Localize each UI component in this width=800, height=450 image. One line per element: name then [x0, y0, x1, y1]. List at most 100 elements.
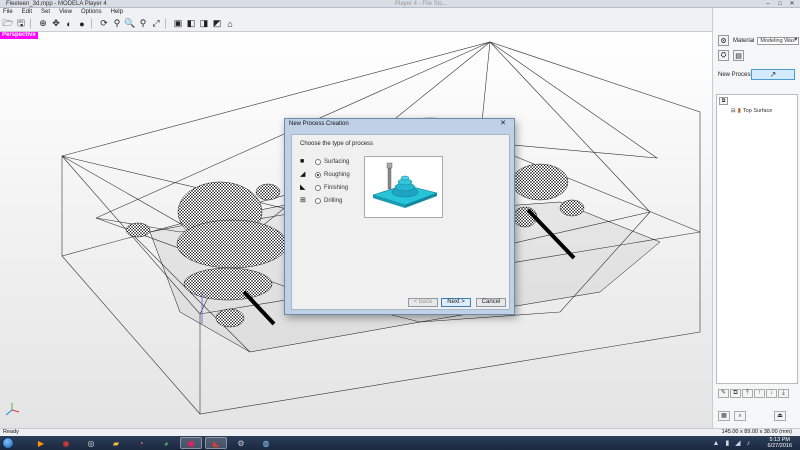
disc-icon[interactable]: ◎	[80, 437, 102, 449]
open-icon[interactable]: 🗁	[2, 18, 14, 30]
option-label: Surfacing	[324, 158, 350, 165]
save-icon[interactable]: 🖫	[15, 18, 27, 30]
tree-item-label: Top Surface	[742, 107, 773, 114]
view-top-icon[interactable]: ◧	[185, 18, 197, 30]
tree-item-top-surface[interactable]: ⊟ ▮ Top Surface	[731, 107, 773, 115]
zoom-out-icon[interactable]: ⚲	[137, 18, 149, 30]
surface-icon: ▮	[737, 108, 741, 114]
view-right-icon[interactable]: ◨	[198, 18, 210, 30]
menu-options[interactable]: Options	[81, 8, 102, 16]
ghost-window-title: Player 4 - File Stc...	[395, 1, 448, 7]
start-button[interactable]	[2, 437, 14, 449]
next-button[interactable]: Next >	[441, 298, 471, 307]
option-label: Roughing	[324, 171, 350, 178]
status-text: Ready	[3, 429, 19, 435]
radio-drilling[interactable]	[315, 197, 321, 204]
new-process-icon: ↗	[769, 70, 777, 79]
view-front-icon[interactable]: ▣	[172, 18, 184, 30]
preview-icon[interactable]: ⌕	[734, 411, 746, 421]
record-icon[interactable]: ●	[76, 18, 88, 30]
status-bar: Ready 145.00 x 89.00 x 38.00 (mm)	[0, 428, 800, 436]
rotate-icon[interactable]: ◐	[63, 18, 75, 30]
toolbar-divider	[165, 18, 169, 29]
browser-icon[interactable]: ◔	[130, 437, 152, 449]
zoom-window-icon[interactable]: 🔍	[124, 18, 136, 30]
move-up-icon[interactable]: ↑	[754, 389, 765, 398]
tree-toolbar: ✎ ⧉ ⤒ ↑ ↓ ⤓	[718, 389, 789, 398]
modela-player-icon[interactable]: ◣	[205, 437, 227, 449]
folder-icon[interactable]: ▰	[105, 437, 127, 449]
axis-triad-icon	[5, 403, 20, 416]
mesh-dome	[125, 222, 151, 238]
zoom-in-icon[interactable]: ⚲	[111, 18, 123, 30]
main-toolbar: 🗁 🖫 ⊕ ✥ ◐ ● ⟳ ⚲ 🔍 ⚲ ⤢ ▣ ◧ ◨ ◩ ⌂	[0, 16, 712, 32]
process-preview-image	[364, 156, 443, 218]
tool-settings-icon[interactable]: ⛭	[718, 50, 729, 61]
copy-icon[interactable]: ⧉	[730, 389, 741, 398]
close-icon[interactable]: ✕	[496, 120, 510, 128]
radio-surfacing[interactable]	[315, 158, 321, 165]
option-drilling[interactable]: ⊞ Drilling	[300, 194, 350, 207]
rotate-view-icon[interactable]: ⟳	[98, 18, 110, 30]
material-label: Material	[733, 37, 755, 44]
export-icon[interactable]: ▤	[733, 50, 744, 61]
material-settings-icon[interactable]: ⚙	[718, 35, 729, 46]
option-label: Drilling	[324, 197, 343, 204]
zoom-fit-icon[interactable]: ⤢	[150, 18, 162, 30]
surfacing-icon: ■	[300, 157, 305, 165]
image-editor-icon[interactable]: ▣	[180, 437, 202, 449]
move-bottom-icon[interactable]: ⤓	[778, 389, 789, 398]
view-iso-icon[interactable]: ◩	[211, 18, 223, 30]
option-roughing[interactable]: ◢ Roughing	[300, 168, 350, 181]
fit-icon[interactable]: ⊕	[37, 18, 49, 30]
tree-tab-icon[interactable]: ⧉	[719, 97, 728, 105]
move-down-icon[interactable]: ↓	[766, 389, 777, 398]
taskbar-apps: ▶ ◉ ◎ ▰ ◔ ◕ ▣ ◣ ⚙ ◍	[30, 437, 277, 449]
toolbar-divider	[91, 18, 95, 29]
cancel-button[interactable]: Cancel	[476, 298, 506, 307]
maximize-icon[interactable]: □	[774, 0, 786, 8]
dialog-prompt: Choose the type of process	[300, 141, 374, 147]
option-surfacing[interactable]: ■ Surfacing	[300, 155, 350, 168]
menu-set[interactable]: Set	[41, 8, 50, 16]
minimize-icon[interactable]: –	[762, 0, 774, 8]
system-tray-icons[interactable]: ▲ ▮ ◢ ♪	[713, 439, 753, 447]
media-player-icon[interactable]: ▶	[30, 437, 52, 449]
finishing-icon: ◣	[300, 183, 306, 191]
radio-roughing[interactable]	[315, 171, 321, 178]
mesh-dome	[559, 199, 585, 217]
mesh-dome	[183, 267, 273, 301]
view-home-icon[interactable]: ⌂	[224, 18, 236, 30]
new-process-button[interactable]: ↗	[751, 69, 795, 80]
mesh-dome	[215, 308, 245, 328]
radio-finishing[interactable]	[315, 184, 321, 191]
roughing-icon: ◢	[300, 170, 306, 178]
menu-view[interactable]: View	[59, 8, 72, 16]
panel-tools: ⛭ ▤	[718, 50, 748, 61]
edit-icon[interactable]: ✎	[718, 389, 729, 398]
expand-icon[interactable]: ⊟	[731, 108, 736, 114]
new-process-dialog: New Process Creation ✕ Choose the type o…	[284, 118, 515, 315]
material-select[interactable]: Modeling Wax	[757, 36, 800, 45]
move-top-icon[interactable]: ⤒	[742, 389, 753, 398]
clock[interactable]: 5:13 PM 6/27/2016	[768, 437, 792, 449]
process-options: ■ Surfacing ◢ Roughing ◣ Finishing ⊞ Dri…	[300, 155, 350, 207]
close-icon[interactable]: ✕	[786, 0, 798, 8]
clock-date: 6/27/2016	[767, 443, 792, 449]
back-button[interactable]: < Back	[408, 298, 438, 307]
option-finishing[interactable]: ◣ Finishing	[300, 181, 350, 194]
dialog-title: New Process Creation	[289, 121, 349, 127]
cut-icon[interactable]: ▦	[718, 411, 730, 421]
menu-help[interactable]: Help	[111, 8, 123, 16]
pan-icon[interactable]: ✥	[50, 18, 62, 30]
output-icon[interactable]: ⏏	[774, 411, 786, 421]
roughing-preview-icon	[371, 162, 439, 208]
settings-icon[interactable]: ⚙	[230, 437, 252, 449]
option-label: Finishing	[324, 184, 349, 191]
dialog-body: Choose the type of process ■ Surfacing ◢…	[291, 134, 510, 310]
globe-icon[interactable]: ◍	[255, 437, 277, 449]
panel-bottom-tools: ▦ ⌕ ⏏	[718, 411, 786, 421]
app-icon[interactable]: ◉	[55, 437, 77, 449]
chrome-icon[interactable]: ◕	[155, 437, 177, 449]
process-panel: ⚙ Material Modeling Wax ⛭ ▤ New Process …	[712, 8, 800, 428]
